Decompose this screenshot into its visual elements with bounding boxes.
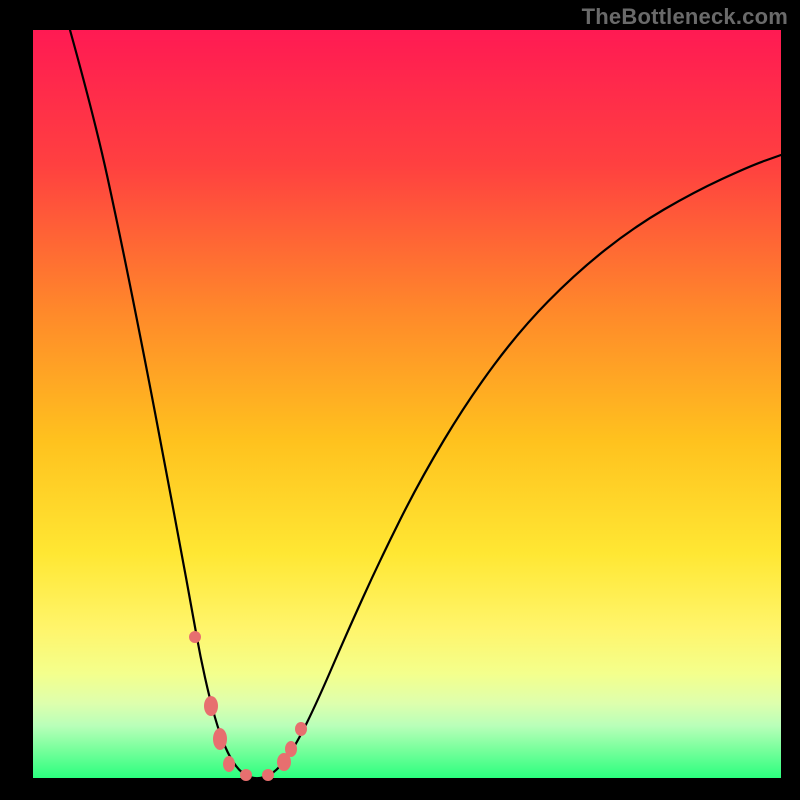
marker-dot [223,756,235,772]
plot-area [33,30,781,778]
marker-dot [262,769,274,781]
bottleneck-chart [0,0,800,800]
marker-dot [213,728,227,750]
marker-dot [204,696,218,716]
marker-dot [189,631,201,643]
marker-dot [295,722,307,736]
chart-frame: TheBottleneck.com [0,0,800,800]
watermark-text: TheBottleneck.com [582,4,788,30]
marker-dot [285,741,297,757]
marker-dot [240,769,252,781]
